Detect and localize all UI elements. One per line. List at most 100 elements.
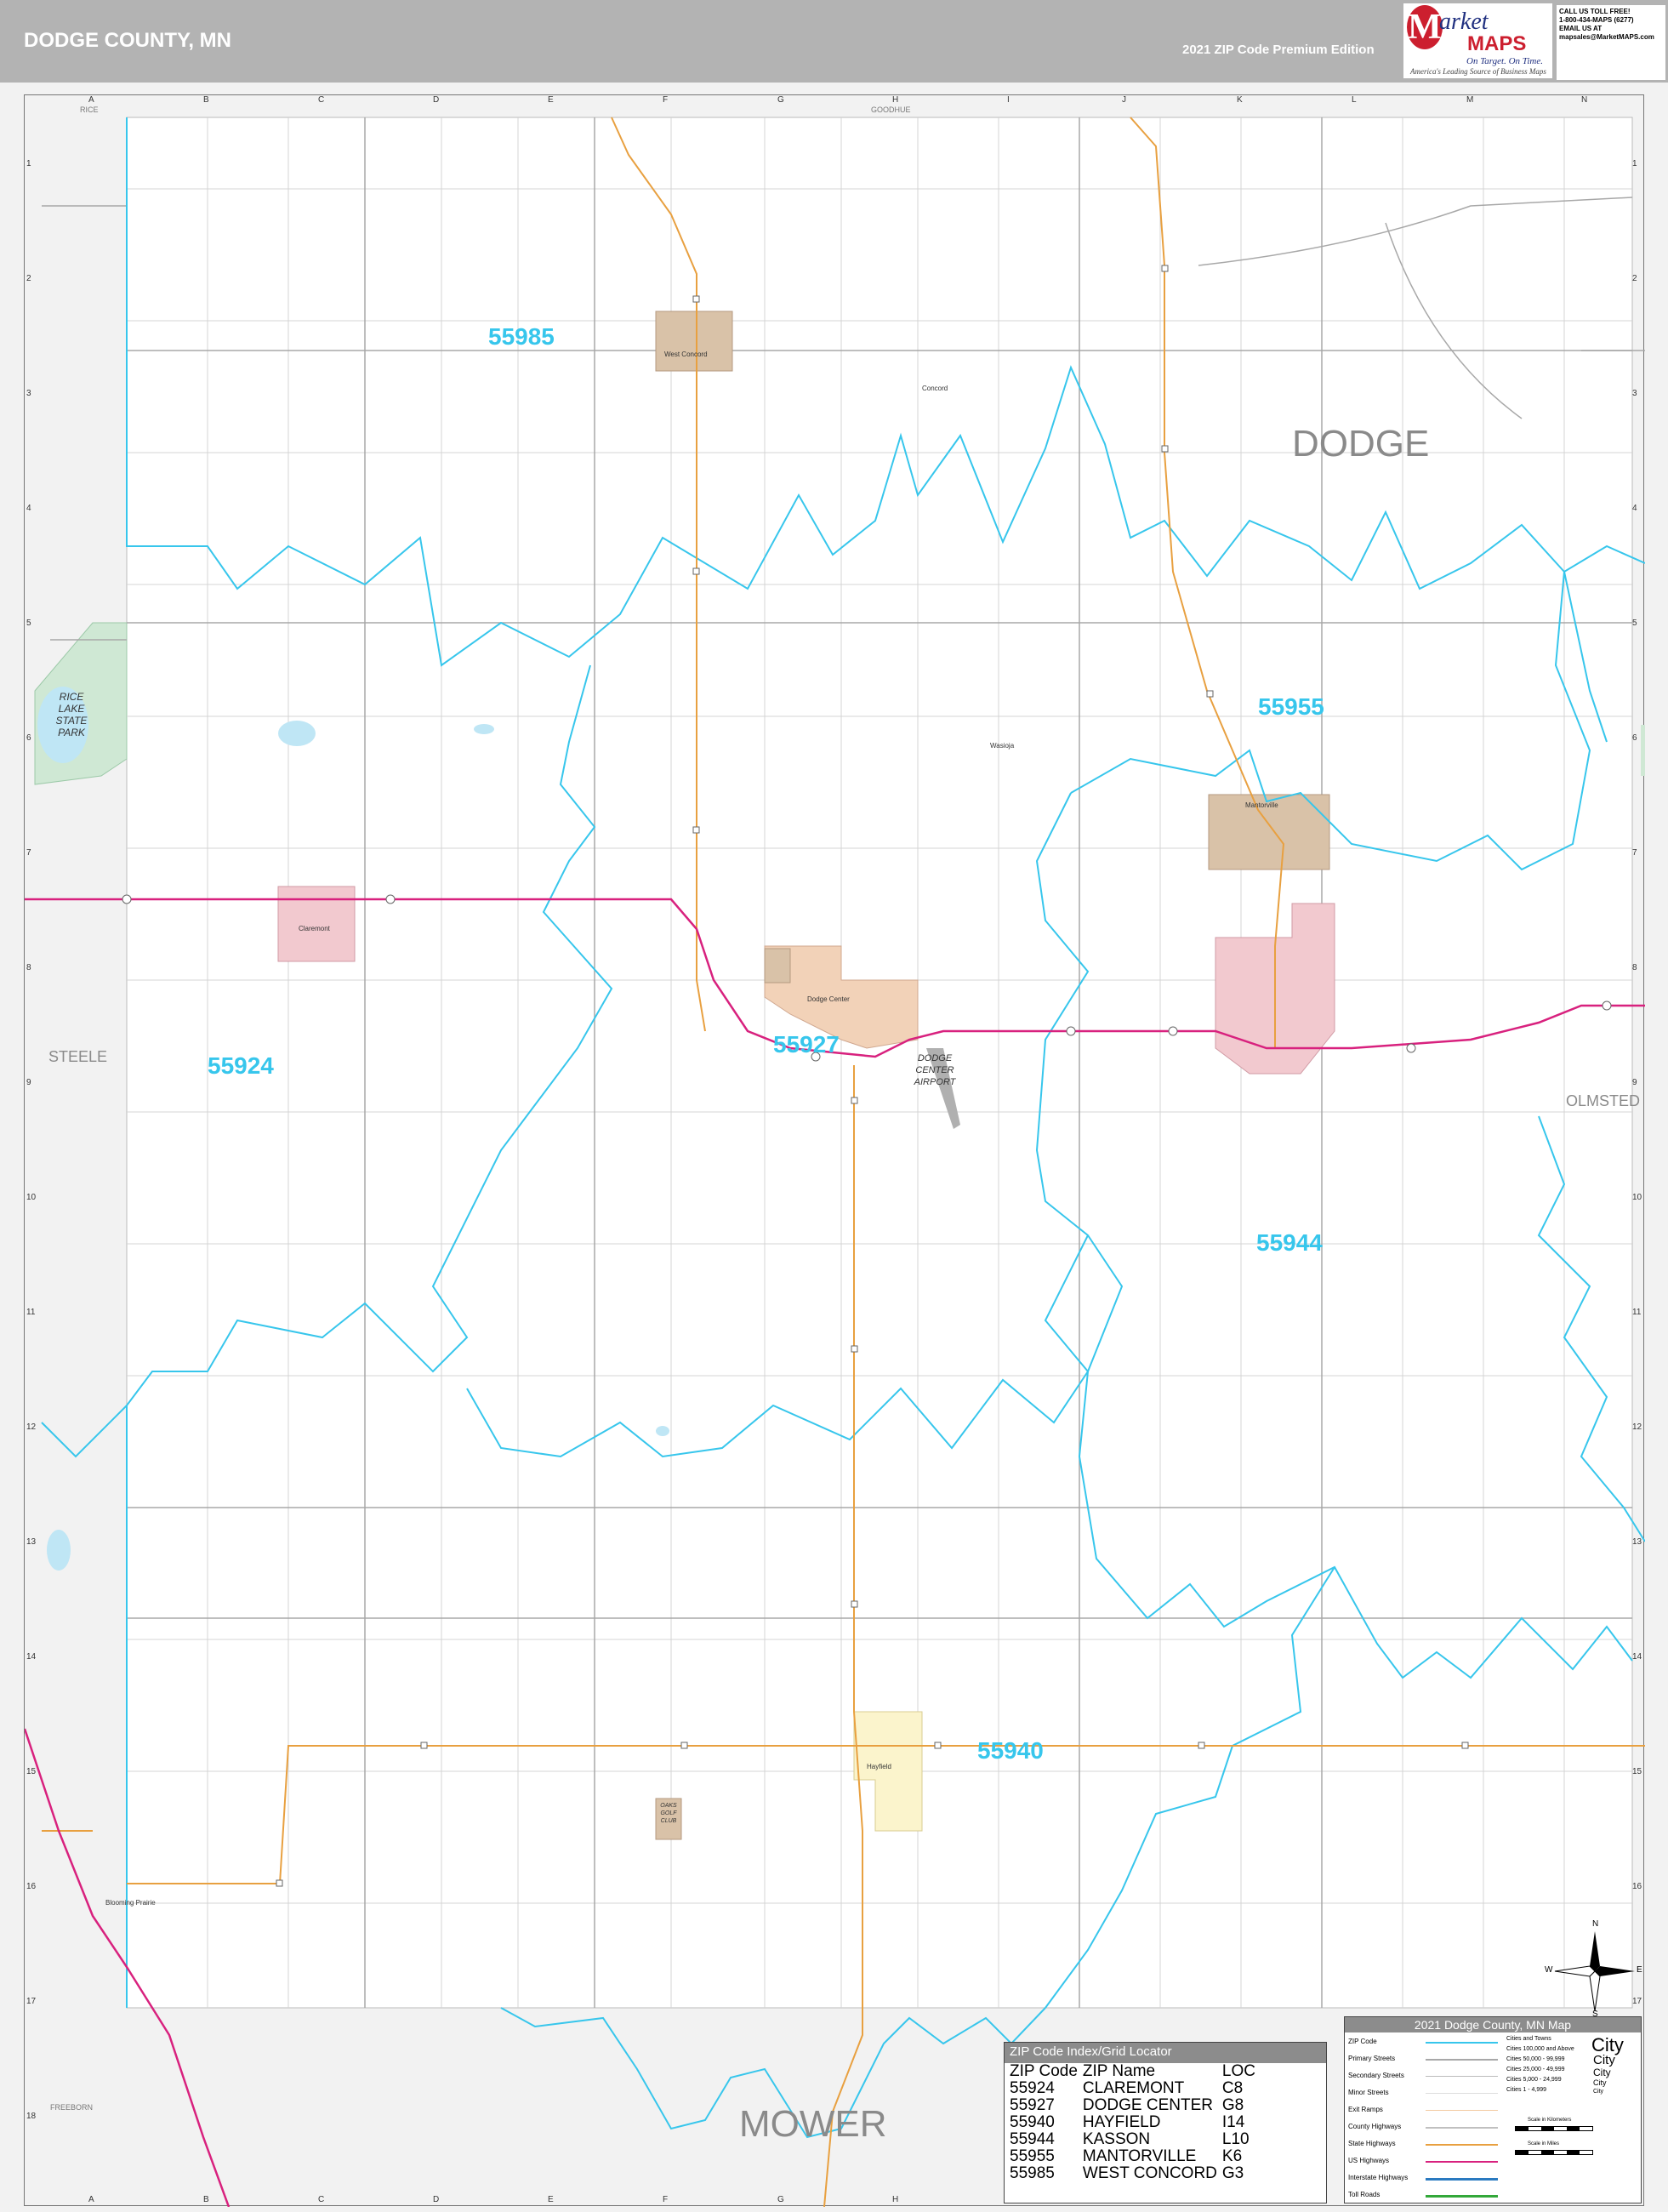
contact-phone: 1-800-434-MAPS (6277): [1559, 16, 1634, 24]
legend-swatch-minor: [1426, 2093, 1498, 2094]
grid-col-label: D: [433, 95, 440, 105]
legend-item-minor: Minor Streets: [1348, 2089, 1389, 2096]
grid-col-label: A: [88, 2195, 94, 2204]
legend-city-sample: City: [1593, 2089, 1604, 2095]
grid-row-label: 18: [26, 2112, 37, 2121]
lake: [474, 724, 494, 734]
table-row: 55955 MANTORVILLE K6: [1010, 2148, 1261, 2165]
legend-swatch-ramps: [1426, 2110, 1498, 2111]
compass-w: W: [1545, 1965, 1553, 1975]
grid-row-label: 7: [1632, 848, 1637, 858]
grid-row-label: 4: [26, 504, 31, 513]
legend-item-primary: Primary Streets: [1348, 2055, 1396, 2062]
index-title: ZIP Code Index/Grid Locator: [1005, 2043, 1326, 2063]
zip-loc-cell: C8: [1221, 2079, 1244, 2097]
grid-row-label: 16: [1632, 1882, 1642, 1891]
compass-n: N: [1592, 1919, 1599, 1929]
map-canvas[interactable]: [25, 95, 1645, 2207]
zip-code-cell: 55927: [1010, 2096, 1055, 2114]
legend-item-us-hwy: US Highways: [1348, 2157, 1390, 2164]
zip-name-cell: HAYFIELD: [1082, 2113, 1161, 2131]
grid-row-label: 15: [26, 1767, 37, 1776]
park-east: [1641, 725, 1645, 776]
grid-row-label: 1: [1632, 159, 1637, 168]
airport-label: DODGE CENTER AIRPORT: [905, 1052, 965, 1088]
contact-box: CALL US TOLL FREE! 1-800-434-MAPS (6277)…: [1557, 5, 1665, 80]
index-header-loc: LOC: [1221, 2062, 1255, 2080]
county-label-olmsted: OLMSTED: [1566, 1092, 1641, 1109]
map-frame[interactable]: A B C D E F G H I J K L M N A B C D E F …: [24, 94, 1645, 2207]
park-label-line: PARK: [58, 727, 85, 738]
place-dodge-center: Dodge Center: [807, 995, 850, 1003]
legend-city-sample: City: [1593, 2053, 1615, 2067]
map-title: DODGE COUNTY, MN: [24, 29, 232, 52]
table-row: 55944 KASSON L10: [1010, 2131, 1261, 2148]
header-bar: DODGE COUNTY, MN 2021 ZIP Code Premium E…: [0, 0, 1668, 83]
park-label-line: RICE: [59, 691, 84, 703]
zip-name-cell: KASSON: [1082, 2130, 1151, 2148]
grid-row-label: 9: [26, 1078, 31, 1087]
grid-row-label: 4: [1632, 504, 1637, 513]
place-west-concord: West Concord: [664, 351, 708, 358]
contact-email[interactable]: mapsales@MarketMAPS.com: [1559, 33, 1663, 42]
west-concord-town: [655, 311, 733, 372]
airport-label-line: CENTER: [915, 1065, 954, 1075]
grid-row-label: 11: [26, 1308, 36, 1317]
compass-rose-icon: N S E W: [1545, 1919, 1642, 2019]
grid-col-label: H: [892, 2195, 899, 2204]
grid-row-label: 5: [26, 619, 31, 628]
legend-swatch-secondary: [1426, 2076, 1498, 2077]
lake: [278, 721, 316, 746]
zip-index-table: ZIP Code Index/Grid Locator ZIP Code ZIP…: [1004, 2042, 1327, 2203]
legend-item-ramps: Exit Ramps: [1348, 2106, 1383, 2113]
zip-loc-cell: I14: [1221, 2113, 1245, 2131]
legend-item-interstate: Interstate Highways: [1348, 2174, 1409, 2181]
legend-item-zip: ZIP Code: [1348, 2038, 1377, 2045]
edition-label: 2021 ZIP Code Premium Edition: [1182, 43, 1375, 57]
table-row: 55927 DODGE CENTER G8: [1010, 2097, 1261, 2114]
compass-e: E: [1637, 1965, 1642, 1975]
dodge-center-club: [764, 948, 791, 983]
grid-col-label: E: [548, 95, 554, 105]
logo-tagline: On Target. On Time.: [1466, 56, 1543, 66]
grid-col-label: B: [203, 2195, 209, 2204]
zip-name-cell: MANTORVILLE: [1082, 2147, 1197, 2165]
zip-name-cell: WEST CONCORD: [1082, 2164, 1217, 2182]
grid-row-label: 12: [26, 1422, 37, 1432]
legend-city-sample: City: [1593, 2078, 1607, 2087]
grid-row-label: 13: [26, 1537, 37, 1547]
grid-col-label: A: [88, 95, 94, 105]
park-label-rice-lake: RICE LAKE STATE PARK: [50, 691, 93, 738]
table-row: 55985 WEST CONCORD G3: [1010, 2165, 1261, 2182]
claremont-town: [277, 886, 356, 962]
grid-row-label: 6: [26, 733, 31, 743]
legend-pop-item: Cities 1 - 4,999: [1506, 2087, 1547, 2093]
zip-label-55955: 55955: [1258, 693, 1324, 720]
grid-row-label: 15: [1632, 1767, 1642, 1776]
park-label-line: STATE: [55, 715, 88, 727]
legend-item-county-hwy: County Highways: [1348, 2123, 1402, 2130]
grid-col-label: G: [777, 2195, 784, 2204]
compass-star-icon: [1554, 1931, 1635, 2012]
grid-row-label: 1: [26, 159, 31, 168]
grid-col-label: J: [1122, 95, 1126, 105]
zip-label-55944: 55944: [1256, 1229, 1323, 1256]
contact-line: EMAIL US AT: [1559, 25, 1603, 32]
place-claremont: Claremont: [299, 925, 330, 932]
grid-col-label: D: [433, 2195, 440, 2204]
zip-code-cell: 55924: [1010, 2079, 1055, 2097]
place-blooming-prairie: Blooming Prairie: [105, 1899, 156, 1907]
grid-row-label: 8: [26, 963, 31, 972]
zip-code-cell: 55940: [1010, 2113, 1055, 2131]
grid-col-label: K: [1237, 95, 1243, 105]
airport-label-line: DODGE: [917, 1053, 953, 1063]
airport-label-line: AIRPORT: [914, 1077, 956, 1087]
legend-swatch-interstate: [1426, 2178, 1498, 2181]
golf-label-line: OAKS: [660, 1803, 677, 1809]
grid-row-label: 17: [26, 1997, 37, 2006]
market-maps-logo: M arket MAPS On Target. On Time. America…: [1403, 3, 1552, 78]
grid-row-label: 7: [26, 848, 31, 858]
zip-label-55927: 55927: [773, 1031, 840, 1058]
legend-pop-item: Cities 25,000 - 49,999: [1506, 2067, 1565, 2072]
legend-title: 2021 Dodge County, MN Map: [1345, 2017, 1641, 2032]
